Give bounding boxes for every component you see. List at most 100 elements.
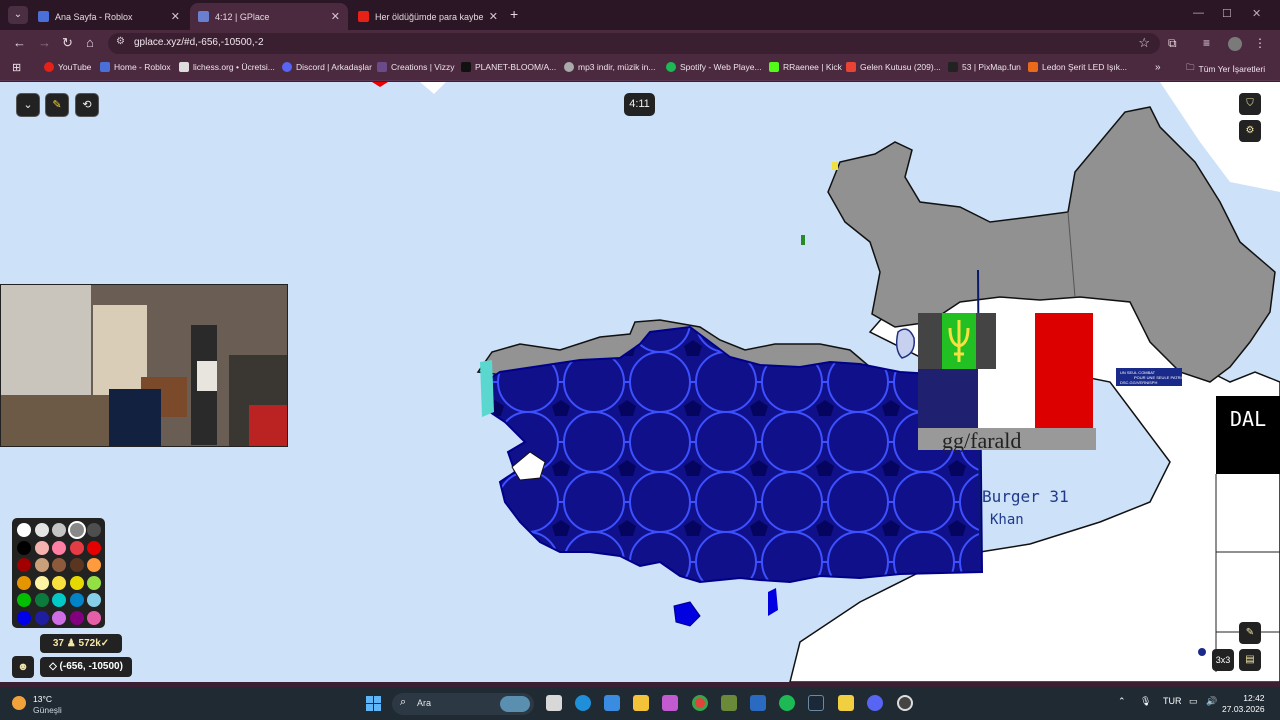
steam-icon[interactable] [808, 695, 824, 711]
bookmark-spotify[interactable]: Spotify - Web Playe... [666, 62, 762, 72]
bookmark-youtube[interactable]: YouTube [44, 62, 91, 72]
color-swatch[interactable] [52, 610, 66, 625]
bookmark-vizzy[interactable]: Creations | Vizzy [377, 62, 454, 72]
color-swatch[interactable] [87, 593, 101, 607]
taskbar-search[interactable]: ⌕ Ara [392, 693, 534, 715]
apps-grid-icon[interactable]: ⊞ [12, 61, 21, 74]
chat-toggle-button[interactable]: ☻ [12, 656, 34, 678]
minecraft-icon[interactable] [721, 695, 737, 711]
color-swatch[interactable] [69, 523, 84, 537]
color-swatch[interactable] [34, 593, 49, 607]
color-swatch[interactable] [87, 610, 101, 625]
close-icon[interactable]: ✕ [489, 10, 498, 23]
bookmark-github[interactable]: PLANET-BLOOM/A... [461, 62, 556, 72]
system-clock[interactable]: 12:42 27.03.2026 [1222, 693, 1265, 715]
color-swatch[interactable] [17, 540, 31, 555]
edge-icon[interactable] [575, 695, 591, 711]
color-swatch[interactable] [69, 540, 84, 555]
pencil-app-icon[interactable] [838, 695, 854, 711]
more-bookmarks-icon[interactable]: » [1155, 62, 1161, 73]
copilot-icon[interactable] [662, 695, 678, 711]
minimize-button[interactable]: — [1193, 7, 1204, 19]
home-icon[interactable]: ⌂ [86, 35, 94, 50]
color-swatch[interactable] [34, 575, 49, 590]
color-swatch[interactable] [87, 523, 101, 537]
bookmark-lichess[interactable]: lichess.org • Ücretsi... [179, 62, 275, 72]
color-swatch[interactable] [34, 523, 49, 537]
color-swatch[interactable] [69, 575, 84, 590]
color-swatch[interactable] [52, 558, 66, 572]
store-icon[interactable] [604, 695, 620, 711]
settings-icon[interactable]: ⚙ [1239, 120, 1261, 142]
color-swatch[interactable] [17, 523, 31, 537]
menu-icon[interactable]: ⋮ [1254, 36, 1266, 50]
discord-icon[interactable] [867, 695, 883, 711]
color-swatch[interactable] [69, 593, 84, 607]
bookmark-label: Ledon Şerit LED Işık... [1042, 62, 1128, 72]
reload-icon[interactable]: ↻ [62, 35, 73, 51]
color-swatch[interactable] [52, 523, 66, 537]
close-icon[interactable]: ✕ [171, 10, 180, 23]
tab-youtube-video[interactable]: Her öldüğümde para kaybediyo ✕ [350, 3, 506, 30]
color-swatch[interactable] [34, 558, 49, 572]
maximize-button[interactable]: ☐ [1222, 7, 1232, 20]
bookmark-kick[interactable]: RRaenee | Kick [769, 62, 842, 72]
color-swatch[interactable] [52, 540, 66, 555]
brush-size-button[interactable]: 3x3 [1212, 649, 1234, 671]
url-text[interactable]: gplace.xyz/#d,-656,-10500,-2 [134, 37, 264, 48]
microphone-icon[interactable]: 🎙 [1140, 696, 1151, 707]
bookmark-star-icon[interactable]: ☆ [1138, 35, 1150, 51]
color-swatch[interactable] [69, 610, 84, 625]
volume-icon[interactable]: 🔊 [1206, 696, 1217, 707]
color-swatch[interactable] [34, 540, 49, 555]
language-indicator[interactable]: TUR [1163, 696, 1182, 706]
profile-avatar[interactable] [1228, 37, 1242, 51]
start-button[interactable] [366, 696, 382, 712]
media-icon[interactable]: ≡ [1203, 36, 1210, 50]
tab-gplace[interactable]: 4:12 | GPlace ✕ [190, 3, 348, 30]
template-button[interactable]: ✎ [45, 93, 69, 117]
color-swatch[interactable] [17, 593, 31, 607]
color-swatch[interactable] [17, 558, 31, 572]
bookmark-discord[interactable]: Discord | Arkadaşlar [282, 62, 372, 72]
collapse-menu-button[interactable]: ⌄ [16, 93, 40, 117]
extensions-icon[interactable]: ⧉ [1168, 36, 1177, 51]
tab-roblox[interactable]: Ana Sayfa - Roblox ✕ [30, 3, 188, 30]
tab-search-dropdown[interactable]: ⌄ [8, 6, 28, 24]
close-icon[interactable]: ✕ [331, 10, 340, 23]
bookmark-mp3[interactable]: mp3 indir, müzik in... [564, 62, 655, 72]
pixel-canvas-viewport[interactable]: gg/farald Burger 31 Khan UN SEUL COMBAT … [0, 82, 1280, 682]
color-swatch[interactable] [17, 575, 31, 590]
file-explorer-icon[interactable] [633, 695, 649, 711]
bookmark-pixmap[interactable]: 53 | PixMap.fun [948, 62, 1021, 72]
all-bookmarks-folder[interactable]: 🗀 Tüm Yer İşaretleri [1186, 62, 1265, 76]
mail-icon[interactable] [750, 695, 766, 711]
forward-icon[interactable]: → [38, 35, 51, 50]
color-swatch[interactable] [52, 575, 66, 590]
color-swatch[interactable] [17, 610, 31, 625]
pencil-icon[interactable]: ✎ [1239, 622, 1261, 644]
bookmark-ledon[interactable]: Ledon Şerit LED Işık... [1028, 62, 1127, 72]
color-swatch[interactable] [87, 558, 101, 572]
task-view-icon[interactable] [546, 695, 562, 711]
new-tab-button[interactable]: + [510, 6, 518, 22]
color-swatch[interactable] [52, 593, 66, 607]
bookmark-roblox[interactable]: Home - Roblox [100, 62, 171, 72]
chrome-icon[interactable] [692, 695, 708, 711]
address-bar[interactable]: ⚙ gplace.xyz/#d,-656,-10500,-2 ☆ [108, 33, 1160, 54]
back-icon[interactable]: ← [13, 35, 26, 50]
bookmark-gmail[interactable]: Gelen Kutusu (209)... [846, 62, 941, 72]
obs-icon[interactable] [897, 695, 913, 711]
color-swatch[interactable] [87, 575, 101, 590]
shop-button[interactable]: ⛉ [1239, 93, 1261, 115]
spotify-icon[interactable] [779, 695, 795, 711]
color-swatch[interactable] [34, 610, 49, 625]
color-swatch[interactable] [87, 540, 101, 555]
site-info-icon[interactable]: ⚙ [116, 36, 125, 47]
tray-overflow-icon[interactable]: ⌃ [1118, 696, 1126, 707]
overlay-toggle-button[interactable]: ⟲ [75, 93, 99, 117]
color-swatch[interactable] [69, 558, 84, 572]
network-icon[interactable]: ▭ [1189, 696, 1198, 707]
close-window-button[interactable]: ✕ [1252, 7, 1261, 20]
chat-icon[interactable]: ▤ [1239, 649, 1261, 671]
